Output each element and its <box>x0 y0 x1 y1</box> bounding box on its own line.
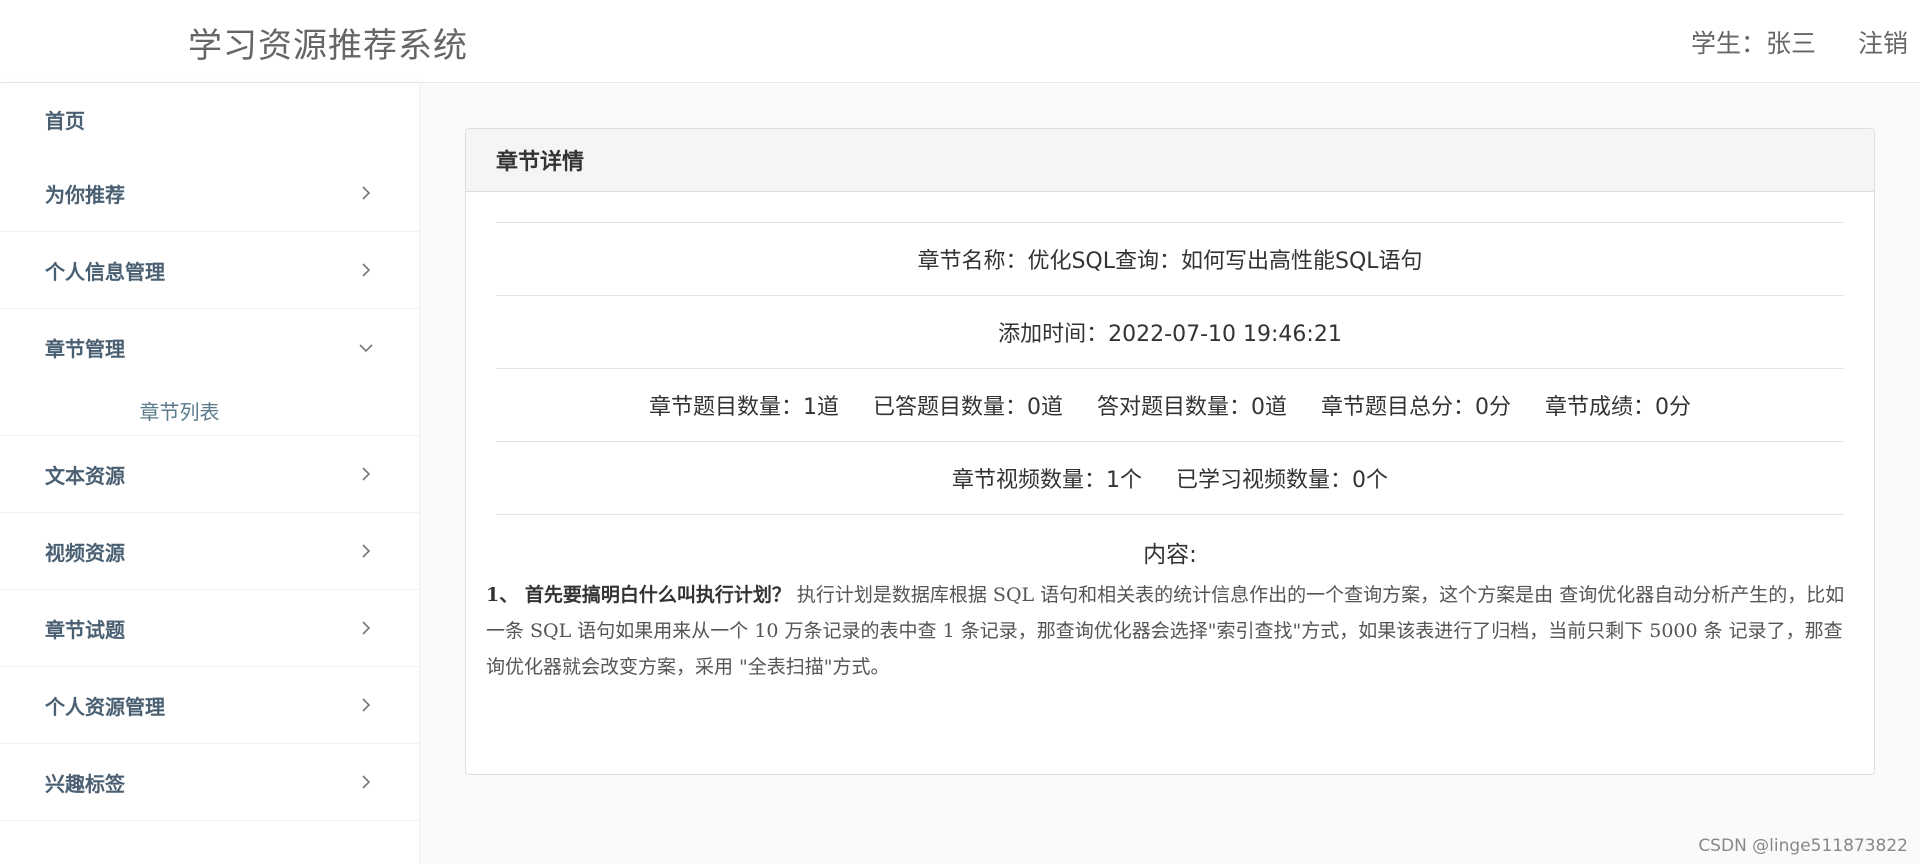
top-header: 学习资源推荐系统 学生：张三 注销 <box>0 0 1920 83</box>
videos-row: 章节视频数量：1个 已学习视频数量：0个 <box>496 442 1844 515</box>
chevron-right-icon <box>355 771 377 793</box>
sidebar-item-label: 为你推荐 <box>45 182 125 207</box>
sidebar: 首页 为你推荐 个人信息管理 章节管理 章节列表 文本资源 视频资源 章节试题 <box>0 83 420 864</box>
correct-count: 答对题目数量：0道 <box>1097 395 1287 420</box>
chevron-right-icon <box>355 463 377 485</box>
app-title: 学习资源推荐系统 <box>188 26 468 66</box>
sidebar-item-chapter-management[interactable]: 章节管理 <box>0 309 419 386</box>
sidebar-item-video-resources[interactable]: 视频资源 <box>0 513 419 590</box>
stats-row: 章节题目数量：1道 已答题目数量：0道 答对题目数量：0道 章节题目总分：0分 … <box>496 369 1844 442</box>
chevron-right-icon <box>355 617 377 639</box>
added-time-row: 添加时间：2022-07-10 19:46:21 <box>496 296 1844 369</box>
logout-link[interactable]: 注销 <box>1858 24 1908 60</box>
added-time: 添加时间：2022-07-10 19:46:21 <box>998 322 1342 347</box>
sidebar-item-text-resources[interactable]: 文本资源 <box>0 436 419 513</box>
user-area: 学生：张三 注销 <box>1691 24 1908 60</box>
sidebar-item-label: 文本资源 <box>45 463 125 488</box>
chapter-score: 章节成绩：0分 <box>1545 395 1691 420</box>
sidebar-item-label: 个人资源管理 <box>45 694 165 719</box>
main-content: 章节详情 章节名称：优化SQL查询：如何写出高性能SQL语句 添加时间：2022… <box>420 83 1920 864</box>
chevron-right-icon <box>355 259 377 281</box>
sidebar-subitem-chapter-list[interactable]: 章节列表 <box>0 386 419 436</box>
answered-count: 已答题目数量：0道 <box>873 395 1063 420</box>
chevron-right-icon <box>355 182 377 204</box>
chapter-name: 章节名称：优化SQL查询：如何写出高性能SQL语句 <box>917 249 1423 274</box>
chevron-down-icon <box>355 337 377 359</box>
sidebar-item-label: 首页 <box>45 108 85 133</box>
sidebar-item-label: 章节管理 <box>45 337 125 361</box>
sidebar-item-label: 视频资源 <box>45 540 125 565</box>
detail-table: 章节名称：优化SQL查询：如何写出高性能SQL语句 添加时间：2022-07-1… <box>496 222 1844 515</box>
content-lead: 1、 首先要搞明白什么叫执行计划？ <box>486 584 791 606</box>
total-score: 章节题目总分：0分 <box>1321 395 1511 420</box>
card-title: 章节详情 <box>466 129 1874 192</box>
chevron-right-icon <box>355 694 377 716</box>
content-text: 1、 首先要搞明白什么叫执行计划？ 执行计划是数据库根据 SQL 语句和相关表的… <box>486 577 1854 685</box>
sidebar-item-personal-resources[interactable]: 个人资源管理 <box>0 667 419 744</box>
content-block: 内容: 1、 首先要搞明白什么叫执行计划？ 执行计划是数据库根据 SQL 语句和… <box>466 515 1874 685</box>
sidebar-item-home[interactable]: 首页 <box>0 83 419 155</box>
sidebar-item-chapter-questions[interactable]: 章节试题 <box>0 590 419 667</box>
sidebar-item-recommend[interactable]: 为你推荐 <box>0 155 419 232</box>
watermark: CSDN @linge511873822 <box>1698 836 1908 856</box>
sidebar-item-label: 兴趣标签 <box>45 771 125 796</box>
question-count: 章节题目数量：1道 <box>649 395 839 420</box>
sidebar-item-interest-tags[interactable]: 兴趣标签 <box>0 744 419 821</box>
chevron-right-icon <box>355 540 377 562</box>
chapter-name-row: 章节名称：优化SQL查询：如何写出高性能SQL语句 <box>496 223 1844 296</box>
studied-video-count: 已学习视频数量：0个 <box>1176 468 1388 493</box>
chapter-detail-card: 章节详情 章节名称：优化SQL查询：如何写出高性能SQL语句 添加时间：2022… <box>465 128 1875 775</box>
content-label: 内容: <box>1143 542 1197 568</box>
sidebar-item-label: 章节试题 <box>45 617 125 642</box>
user-label: 学生：张三 <box>1690 29 1816 58</box>
video-count: 章节视频数量：1个 <box>952 468 1142 493</box>
sidebar-item-label: 个人信息管理 <box>45 259 165 284</box>
sidebar-item-personal-info[interactable]: 个人信息管理 <box>0 232 419 309</box>
